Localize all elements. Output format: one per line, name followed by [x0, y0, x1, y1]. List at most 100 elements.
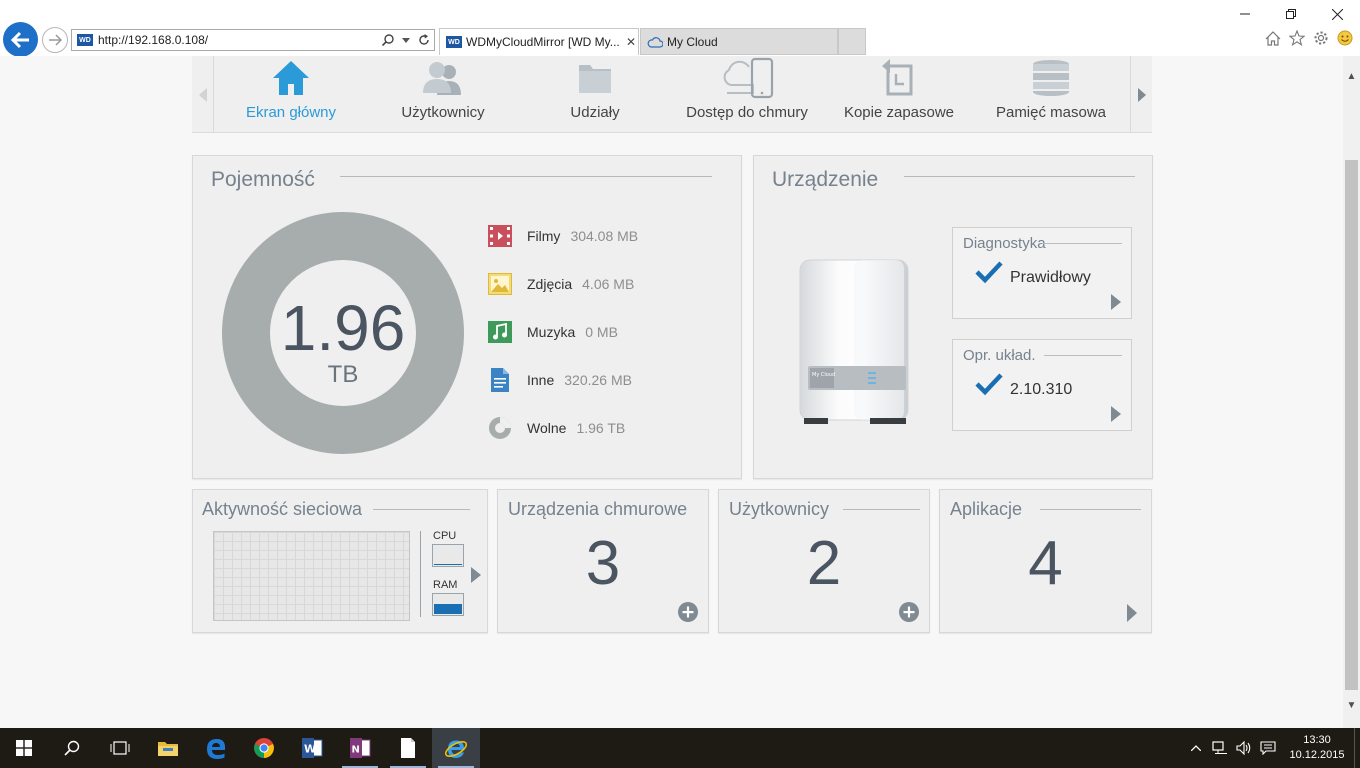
- title-divider: [373, 509, 470, 510]
- network-tray-button[interactable]: [1208, 728, 1232, 768]
- search-icon[interactable]: [380, 34, 396, 46]
- chevron-right-icon[interactable]: [1111, 406, 1121, 422]
- address-url[interactable]: http://192.168.0.108/: [98, 33, 380, 47]
- chevron-right-icon: [1137, 87, 1146, 102]
- restore-button[interactable]: [1268, 0, 1314, 28]
- onenote-taskbar-button[interactable]: N: [336, 728, 384, 768]
- refresh-icon[interactable]: [416, 34, 432, 46]
- forward-button[interactable]: [42, 27, 68, 53]
- firmware-title: Opr. układ.: [963, 347, 1036, 364]
- smiley-feedback-icon[interactable]: [1336, 28, 1354, 48]
- scrollbar-thumb[interactable]: [1345, 160, 1358, 690]
- home-icon: [215, 56, 367, 100]
- nav-item-home[interactable]: Ekran główny: [215, 56, 367, 133]
- nav-item-backups[interactable]: Kopie zapasowe: [823, 56, 975, 133]
- svg-text:W: W: [304, 743, 316, 756]
- capacity-value: 1.96: [280, 292, 406, 364]
- network-activity-panel: Aktywność sieciowa CPU RAM: [192, 489, 488, 633]
- diagnostics-card[interactable]: Diagnostyka Prawidłowy: [952, 227, 1132, 319]
- minimize-button[interactable]: [1222, 0, 1268, 28]
- internet-explorer-icon: [444, 740, 468, 758]
- add-user-button[interactable]: [899, 602, 919, 622]
- nav-label: Dostęp do chmury: [686, 104, 808, 121]
- tab-label: WDMyCloudMirror [WD My...: [466, 35, 620, 49]
- category-name: Wolne: [527, 420, 567, 436]
- firmware-value: 2.10.310: [1010, 381, 1073, 398]
- network-icon: [1212, 741, 1227, 754]
- show-desktop-button[interactable]: [1354, 728, 1360, 768]
- title-divider: [843, 509, 920, 510]
- category-name: Zdjęcia: [527, 276, 573, 292]
- address-bar[interactable]: WD http://192.168.0.108/: [71, 29, 435, 51]
- category-name: Inne: [527, 372, 555, 388]
- category-free: Wolne 1.96 TB: [488, 415, 625, 441]
- nav-scroll-right-button[interactable]: [1130, 56, 1152, 133]
- close-window-button[interactable]: [1314, 0, 1360, 28]
- category-films: Filmy 304.08 MB: [488, 223, 638, 249]
- nav-item-storage[interactable]: Pamięć masowa: [975, 56, 1127, 133]
- check-icon: [975, 261, 1003, 284]
- favorites-star-icon[interactable]: [1288, 28, 1306, 48]
- chevron-right-icon[interactable]: [1127, 604, 1137, 622]
- dropdown-icon[interactable]: [398, 37, 414, 43]
- chevron-up-icon: [1191, 745, 1201, 751]
- nav-item-shares[interactable]: Udziały: [519, 56, 671, 133]
- file-explorer-taskbar-button[interactable]: [144, 728, 192, 768]
- folder-icon: [519, 56, 671, 100]
- word-taskbar-button[interactable]: W: [288, 728, 336, 768]
- back-button[interactable]: [3, 22, 38, 57]
- search-icon: [64, 740, 80, 756]
- show-hidden-icons-button[interactable]: [1184, 728, 1208, 768]
- users-title: Użytkownicy: [729, 499, 830, 519]
- vertical-scrollbar[interactable]: ▲ ▼: [1343, 56, 1360, 728]
- apps-panel: Aplikacje 4: [939, 489, 1152, 633]
- chrome-taskbar-button[interactable]: [240, 728, 288, 768]
- back-arrow-icon: [10, 31, 29, 48]
- task-view-button[interactable]: [96, 728, 144, 768]
- cloud-devices-title: Urządzenia chmurowe: [508, 499, 688, 519]
- settings-gear-icon[interactable]: [1312, 28, 1330, 48]
- category-name: Filmy: [527, 228, 561, 244]
- edge-icon: [207, 739, 226, 759]
- notepad-taskbar-button[interactable]: [384, 728, 432, 768]
- add-cloud-device-button[interactable]: [678, 602, 698, 622]
- taskbar-clock[interactable]: 13:30 10.12.2015: [1280, 733, 1354, 763]
- nav-label: Kopie zapasowe: [843, 104, 955, 121]
- site-favicon-icon: WD: [77, 34, 93, 46]
- title-divider: [904, 176, 1135, 177]
- category-value: 4.06 MB: [582, 276, 635, 292]
- title-divider: [1044, 355, 1122, 356]
- tab-my-cloud[interactable]: My Cloud: [640, 28, 838, 55]
- window-controls: [1222, 0, 1360, 28]
- notifications-tray-button[interactable]: [1256, 728, 1280, 768]
- category-name: Muzyka: [527, 324, 576, 340]
- taskbar-search-button[interactable]: [48, 728, 96, 768]
- ram-meter-fill: [434, 604, 462, 614]
- edge-taskbar-button[interactable]: [192, 728, 240, 768]
- tab-wdmycloudmirror[interactable]: WD WDMyCloudMirror [WD My... ✕: [439, 28, 639, 55]
- category-music: Muzyka 0 MB: [488, 319, 618, 345]
- chevron-right-icon[interactable]: [471, 567, 481, 583]
- nav-item-users[interactable]: Użytkownicy: [367, 56, 519, 133]
- cpu-label: CPU: [433, 530, 457, 542]
- nav-scroll-left-button[interactable]: [192, 56, 214, 133]
- new-tab-button[interactable]: [838, 28, 866, 55]
- cloud-icon: [647, 36, 663, 48]
- notepad-icon: [401, 738, 415, 758]
- photo-icon: [488, 272, 512, 296]
- apps-count: 4: [1028, 529, 1063, 598]
- task-view-icon: [110, 741, 130, 755]
- volume-tray-button[interactable]: [1232, 728, 1256, 768]
- firmware-card[interactable]: Opr. układ. 2.10.310: [952, 339, 1132, 431]
- scroll-up-icon[interactable]: ▲: [1343, 68, 1360, 85]
- cloud-devices-count: 3: [585, 529, 621, 598]
- tab-close-icon[interactable]: ✕: [624, 35, 638, 49]
- home-icon[interactable]: [1264, 28, 1282, 48]
- category-value: 320.26 MB: [564, 372, 632, 388]
- start-button[interactable]: [0, 728, 48, 768]
- free-space-icon: [488, 416, 512, 440]
- chevron-right-icon[interactable]: [1111, 294, 1121, 310]
- nav-item-cloud-access[interactable]: Dostęp do chmury: [671, 56, 823, 133]
- internet-explorer-taskbar-button[interactable]: [432, 728, 480, 768]
- scroll-down-icon[interactable]: ▼: [1343, 697, 1360, 714]
